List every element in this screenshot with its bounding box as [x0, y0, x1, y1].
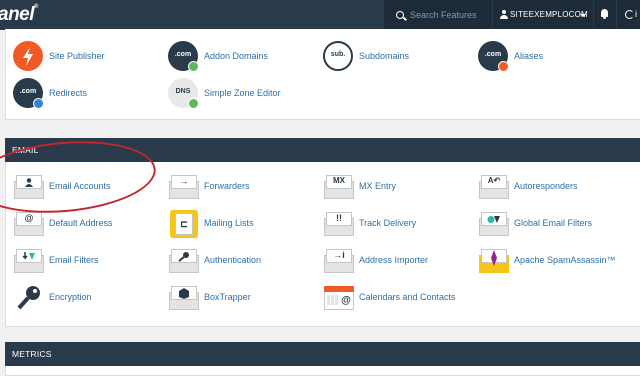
metrics-section-title: METRICS	[12, 349, 52, 359]
notifications-button[interactable]	[594, 0, 616, 30]
power-icon	[625, 10, 634, 19]
spamassassin-icon	[478, 245, 510, 277]
search-box	[384, 0, 492, 30]
forwarder-arrow-icon: →	[168, 171, 200, 203]
logout-button[interactable]: i	[617, 0, 640, 30]
dotcom-alias-icon: .com	[478, 41, 510, 73]
user-icon	[500, 10, 508, 19]
lightning-bolt-icon	[13, 41, 45, 73]
username-label: SITEEXEMPLOCOM	[510, 10, 588, 19]
top-navigation-bar: anel® SITEEXEMPLOCOM i	[0, 0, 640, 30]
email-filter-icon	[13, 245, 45, 277]
key-authentication-icon	[168, 245, 200, 277]
calendar-contacts-icon: @	[323, 282, 355, 314]
metrics-section-header[interactable]: METRICS	[5, 342, 640, 366]
mailing-list-icon: ⊏	[168, 208, 200, 240]
mx-entry-icon: MX	[323, 171, 355, 203]
dotcom-redirect-icon: .com	[13, 78, 45, 110]
address-importer-icon: →i	[323, 245, 355, 277]
dotcom-plus-icon: .com	[168, 41, 200, 73]
dns-icon: DNS	[168, 78, 200, 110]
user-menu[interactable]: SITEEXEMPLOCOM	[493, 0, 593, 30]
autoresponder-icon: A↶	[478, 171, 510, 203]
search-input[interactable]	[410, 7, 486, 23]
bell-icon	[600, 9, 609, 19]
sub-domain-icon: sub.	[323, 41, 355, 73]
caret-down-icon	[580, 14, 586, 17]
track-delivery-icon: !!	[323, 208, 355, 240]
boxtrapper-icon	[168, 282, 200, 314]
cpanel-logo[interactable]: anel®	[0, 4, 38, 26]
search-icon	[396, 11, 404, 19]
metrics-panel	[5, 366, 640, 376]
global-filter-icon	[478, 208, 510, 240]
encryption-key-icon	[13, 282, 45, 314]
